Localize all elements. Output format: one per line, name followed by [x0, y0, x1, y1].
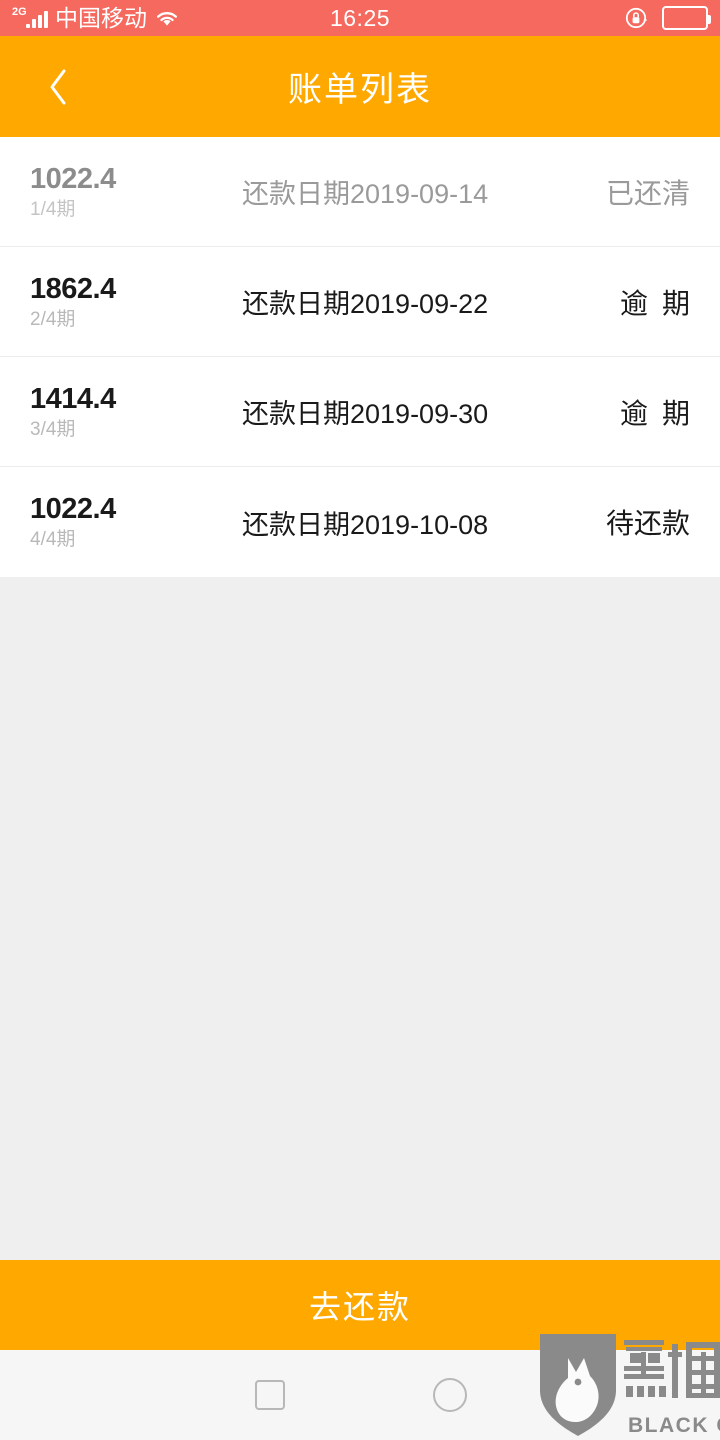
status-badge: 已还清	[514, 172, 690, 212]
table-row[interactable]: 1022.4 1/4期 还款日期2019-09-14 已还清	[0, 137, 720, 247]
go-to-repay-button[interactable]: 去还款	[0, 1260, 720, 1350]
signal-strength-icon: 2G	[12, 6, 48, 28]
bill-amount-cell: 1022.4 4/4期	[30, 492, 230, 552]
empty-content-area	[0, 577, 720, 1260]
bill-period: 1/4期	[30, 198, 76, 220]
recents-button[interactable]	[180, 1380, 360, 1410]
status-text: 待还款	[605, 508, 690, 539]
android-nav-bar	[0, 1350, 720, 1440]
network-type-label: 2G	[12, 6, 27, 18]
rotation-lock-icon	[624, 5, 650, 31]
bill-due-date: 还款日期2019-09-22	[242, 289, 489, 319]
chevron-left-icon	[47, 67, 69, 107]
square-recents-icon	[255, 1380, 285, 1410]
bill-period: 4/4期	[30, 529, 76, 550]
status-bar: 2G 中国移动 16:25	[0, 0, 720, 36]
page-title: 账单列表	[288, 71, 432, 109]
table-row[interactable]: 1414.4 3/4期 还款日期2019-09-30 逾期	[0, 357, 720, 467]
bill-amount-cell: 1862.4 2/4期	[30, 272, 230, 332]
bill-amount-cell: 1414.4 3/4期	[30, 382, 230, 442]
status-bar-right	[624, 5, 711, 31]
bill-amount: 1862.4	[30, 272, 116, 305]
table-row[interactable]: 1862.4 2/4期 还款日期2019-09-22 逾期	[0, 247, 720, 357]
wifi-icon	[154, 8, 180, 28]
bill-period: 3/4期	[30, 418, 76, 440]
status-bar-left: 2G 中国移动	[12, 5, 180, 31]
status-text: 逾期	[619, 397, 704, 429]
status-badge: 逾期	[514, 392, 690, 432]
status-text: 已还清	[605, 177, 690, 209]
status-badge: 待还款	[514, 502, 690, 542]
bill-due-date: 还款日期2019-09-14	[242, 179, 489, 209]
bill-amount-cell: 1022.4 1/4期	[30, 162, 230, 222]
bill-period: 2/4期	[30, 308, 76, 330]
status-badge: 逾期	[514, 282, 690, 322]
bill-amount: 1022.4	[30, 493, 116, 525]
bill-due-date: 还款日期2019-09-30	[242, 399, 489, 429]
carrier-label: 中国移动	[55, 5, 147, 31]
battery-icon	[662, 6, 711, 30]
bill-amount: 1022.4	[30, 162, 116, 195]
table-row[interactable]: 1022.4 4/4期 还款日期2019-10-08 待还款	[0, 467, 720, 577]
app-header: 账单列表	[0, 36, 720, 137]
bill-due-date: 还款日期2019-10-08	[242, 509, 489, 540]
bill-list: 1022.4 1/4期 还款日期2019-09-14 已还清 1862.4 2/…	[0, 137, 720, 577]
back-button[interactable]	[22, 36, 94, 137]
bill-amount: 1414.4	[30, 382, 116, 415]
phone-screen: 2G 中国移动 16:25 账单列表 1022.4 1/4期 还款日期2019-…	[0, 0, 720, 1440]
status-text: 逾期	[619, 287, 704, 319]
circle-home-icon	[433, 1378, 467, 1412]
home-button[interactable]	[360, 1378, 540, 1412]
